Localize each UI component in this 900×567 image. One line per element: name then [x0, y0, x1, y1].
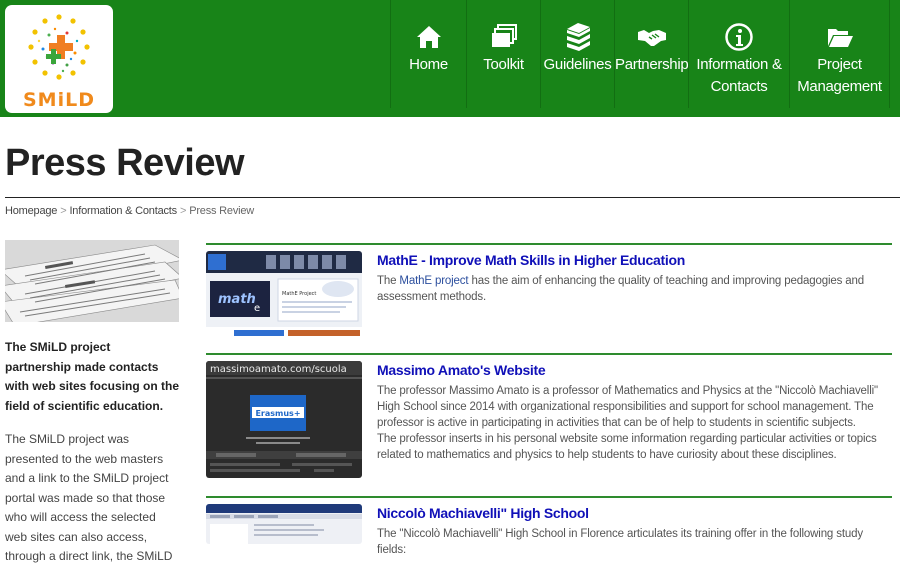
logo-wordmark: SMiLD — [23, 89, 95, 111]
breadcrumb: Homepage > Information & Contacts > Press Re… — [5, 205, 254, 217]
books-icon — [566, 23, 590, 51]
folder-open-icon — [827, 29, 853, 47]
smild-logo[interactable]: SMiLD — [5, 5, 113, 113]
handshake-icon — [637, 30, 666, 46]
nav-label-toolkit: Toolkit — [483, 56, 524, 73]
list-item: Niccolò Machiavelli" High School The "Ni… — [206, 496, 892, 556]
svg-text:e: e — [254, 303, 260, 314]
newspapers-image — [5, 240, 179, 322]
massimo-amato-thumbnail[interactable]: massimoamato.com/scuola Erasmus+ — [206, 361, 362, 478]
site-header: SMiLD Home Toolkit Guidelines Partnershi… — [0, 0, 900, 117]
article-title-link[interactable]: Niccolò Machiavelli" High School — [377, 505, 589, 521]
page-title: Press Review — [5, 142, 245, 184]
breadcrumb-separator: > — [60, 205, 67, 217]
nav-item-project-management[interactable]: Project Management — [789, 0, 890, 108]
nav-label-information: Information & Contacts — [696, 56, 782, 95]
svg-text:MathE Project: MathE Project — [282, 291, 316, 297]
list-item: math e MathE Project MathE - Improve Mat… — [206, 243, 892, 353]
nav-item-toolkit[interactable]: Toolkit — [466, 0, 540, 108]
article-body: The professor Massimo Amato is a profess… — [377, 385, 878, 461]
logo-graphic — [28, 14, 90, 80]
article-title-link[interactable]: MathE - Improve Math Skills in Higher Ed… — [377, 252, 685, 268]
article-title-link[interactable]: Massimo Amato's Website — [377, 362, 546, 378]
nav-item-home[interactable]: Home — [390, 0, 466, 108]
nav-item-partnership[interactable]: Partnership — [614, 0, 689, 108]
sidebar: The SMiLD project partnership made conta… — [5, 240, 179, 567]
nav-label-project-management: Project Management — [797, 56, 882, 95]
sidebar-lead: The SMiLD project partnership made conta… — [5, 340, 180, 413]
machiavelli-thumbnail[interactable] — [206, 504, 362, 544]
mathe-project-link[interactable]: MathE project — [399, 275, 468, 287]
list-item: massimoamato.com/scuola Erasmus+ Massimo… — [206, 353, 892, 496]
nav-item-information-contacts[interactable]: Information & Contacts — [688, 0, 789, 108]
nav-label-guidelines: Guidelines — [543, 56, 612, 73]
home-icon — [416, 26, 441, 48]
nav-label-home: Home — [409, 56, 448, 73]
title-divider — [5, 197, 900, 198]
main-nav: Home Toolkit Guidelines Partnership Info… — [390, 0, 890, 108]
article-body: The MathE project has the aim of enhanci… — [377, 275, 864, 303]
nav-label-partnership: Partnership — [615, 56, 689, 73]
nav-item-guidelines[interactable]: Guidelines — [540, 0, 614, 108]
breadcrumb-homepage[interactable]: Homepage — [5, 205, 57, 217]
svg-text:Erasmus+: Erasmus+ — [255, 409, 300, 418]
breadcrumb-separator: > — [179, 205, 187, 217]
article-body: The "Niccolò Machiavelli" High School in… — [377, 528, 863, 556]
svg-text:math: math — [218, 292, 256, 307]
svg-text:massimoamato.com/scuola: massimoamato.com/scuola — [210, 364, 347, 375]
mathe-thumbnail[interactable]: math e MathE Project — [206, 251, 362, 337]
windows-stack-icon — [491, 24, 517, 47]
breadcrumb-current: Press Review — [189, 205, 255, 217]
breadcrumb-information-contacts[interactable]: Information & Contacts — [69, 205, 177, 217]
press-list: math e MathE Project MathE - Improve Mat… — [206, 243, 892, 556]
info-icon — [725, 23, 753, 51]
sidebar-text: The SMiLD project was presented to the w… — [5, 432, 173, 563]
